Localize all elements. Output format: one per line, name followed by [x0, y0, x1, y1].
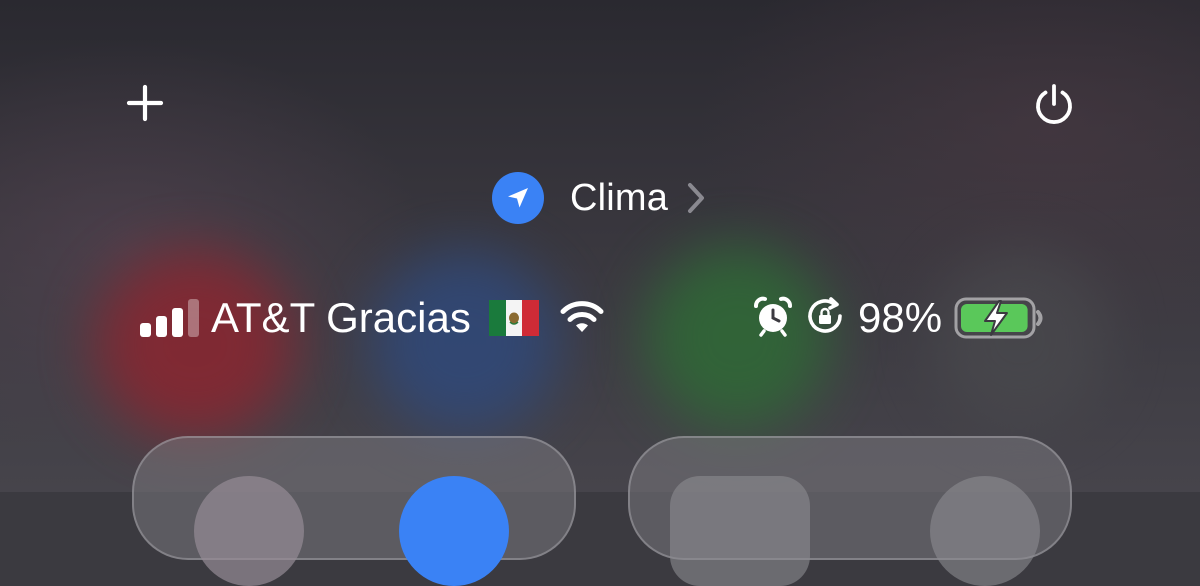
mexico-flag-icon — [488, 300, 539, 336]
carrier-name: AT&T Gracias — [211, 294, 471, 341]
control-tile-media[interactable] — [628, 436, 1072, 586]
control-tile-connectivity[interactable] — [132, 436, 576, 586]
location-arrow-icon — [508, 188, 528, 208]
rotation-lock-icon — [804, 295, 848, 342]
battery-charging-icon — [954, 296, 1046, 340]
power-icon — [1036, 84, 1072, 124]
media-button[interactable] — [930, 476, 1040, 586]
plus-icon — [126, 84, 164, 122]
battery-percentage: 98% — [858, 294, 943, 341]
toggle-button[interactable] — [399, 476, 509, 586]
alarm-clock-icon — [752, 295, 794, 342]
toggle-button[interactable] — [194, 476, 304, 586]
location-button[interactable] — [492, 172, 544, 224]
status-bar-right: 98% — [752, 290, 1046, 346]
cellular-signal-icon — [140, 299, 199, 337]
power-button[interactable] — [1030, 80, 1078, 128]
location-module[interactable]: Clima — [492, 170, 706, 226]
blurred-background — [0, 0, 1200, 492]
media-artwork — [670, 476, 810, 586]
status-bar-left: AT&T Gracias — [140, 290, 607, 346]
chevron-right-icon[interactable] — [686, 181, 706, 215]
wifi-icon — [557, 297, 607, 340]
add-button[interactable] — [124, 82, 166, 124]
location-label[interactable]: Clima — [570, 177, 668, 220]
